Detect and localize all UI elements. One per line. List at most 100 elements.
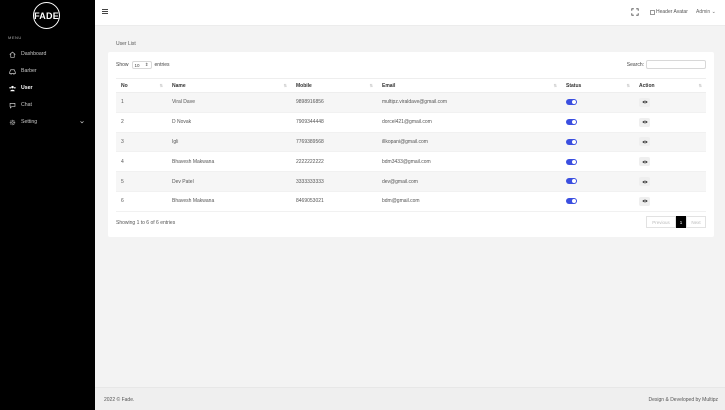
cell-name: Bhavesh Makwana [167, 191, 291, 212]
menu-label: MENU [8, 35, 22, 40]
view-button[interactable] [639, 196, 650, 206]
cell-name: Bhavesh Makwana [167, 151, 291, 173]
cell-action [634, 171, 706, 192]
sidebar-item-chat[interactable]: Chat [0, 98, 95, 112]
sidebar-item-setting[interactable]: Setting [0, 115, 95, 129]
cell-status [561, 151, 634, 173]
copyright: 2022 © Fade. [104, 397, 135, 403]
user-name: Admin [696, 9, 711, 15]
previous-button[interactable]: Previous [646, 216, 676, 228]
next-button[interactable]: Next [686, 216, 706, 228]
table-header-row: No ⇅ Name ⇅ Mobile ⇅ Email ⇅ Status ⇅ Action ⇅ [116, 78, 706, 93]
sort-icon: ⇅ [159, 83, 163, 88]
search-control: Search: [627, 60, 706, 69]
fullscreen-icon[interactable] [631, 8, 639, 16]
broken-image-icon [650, 9, 655, 15]
logo[interactable]: FADE [33, 2, 60, 29]
footer: 2022 © Fade. Design & Developed by Multi… [95, 387, 725, 410]
table-row: 2D Novak 7909344448 dorcel421@gmail.com [116, 112, 706, 133]
cell-mobile: 7769389568 [291, 132, 377, 153]
view-button[interactable] [639, 137, 650, 147]
cell-name: Dev Patel [167, 171, 291, 192]
cell-action [634, 191, 706, 212]
view-button[interactable] [639, 97, 650, 107]
page-1-button[interactable]: 1 [676, 216, 686, 228]
eye-icon [641, 200, 648, 203]
page-title: User List [116, 41, 136, 47]
column-header-no[interactable]: No ⇅ [116, 78, 167, 93]
view-button[interactable] [639, 157, 650, 167]
search-label: Search: [626, 61, 644, 68]
cell-mobile: 8469053021 [291, 191, 377, 212]
sort-icon: ⇅ [553, 83, 557, 88]
cell-no: 5 [116, 171, 167, 192]
eye-icon [641, 180, 648, 183]
cell-email: multipz.viraldave@gmail.com [377, 92, 561, 113]
table-row: 5 Dev Patel 3333333333 dev@gmail.com [116, 171, 706, 192]
cell-email: bdm@gmail.com [377, 191, 561, 212]
cell-action [634, 92, 706, 113]
cell-name: Viral Dave [167, 92, 291, 113]
view-button[interactable] [639, 177, 650, 187]
avatar[interactable]: Header Avatar [650, 9, 688, 15]
status-toggle[interactable] [566, 198, 577, 205]
topbar: Header Avatar Admin ⌄ [95, 0, 725, 26]
column-header-mobile[interactable]: Mobile ⇅ [291, 78, 377, 93]
credits: Design & Developed by Multipz [648, 397, 718, 403]
status-toggle[interactable] [566, 138, 577, 145]
avatar-alt-text: Header Avatar [656, 9, 688, 15]
sidebar-item-label: User [21, 85, 33, 91]
eye-icon [641, 120, 648, 124]
table-row: 6 Bhavesh Makwana 8469053021 bdm@gmail.com [116, 191, 706, 212]
sidebar-item-label: Barber [21, 68, 37, 74]
cell-action [634, 151, 706, 173]
table-info: Showing 1 to 6 of 6 entries [116, 220, 176, 226]
table-row: 4 Bhavesh Makwana 2222222222 bdm3433@gmail.… [116, 151, 706, 173]
chevron-down-icon: ⌄ [711, 9, 716, 15]
cell-email: illkopani@gmail.com [377, 132, 561, 153]
cell-name: Igli [167, 132, 291, 153]
search-input[interactable] [646, 60, 706, 69]
sort-icon: ⇅ [698, 83, 702, 88]
entries-value: 10 [134, 62, 140, 68]
cell-status [561, 112, 634, 133]
sort-arrows-icon: ⇕ [144, 62, 149, 67]
cell-mobile: 9898916856 [291, 92, 377, 113]
chat-icon [8, 101, 17, 110]
status-toggle[interactable] [566, 158, 577, 165]
cell-no: 4 [116, 151, 167, 173]
status-toggle[interactable] [566, 99, 577, 106]
user-dropdown[interactable]: Admin ⌄ [696, 9, 716, 15]
cell-mobile: 7909344448 [291, 112, 377, 133]
sort-icon: ⇅ [369, 83, 373, 88]
eye-icon [641, 160, 648, 164]
cell-status [561, 191, 634, 212]
sidebar-item-user[interactable]: User [0, 81, 95, 95]
user-table: No ⇅ Name ⇅ Mobile ⇅ Email ⇅ Status ⇅ Action ⇅… [116, 78, 706, 212]
show-label: Show [116, 62, 129, 68]
eye-icon [641, 101, 648, 104]
sidebar-item-label: Setting [21, 119, 38, 125]
view-button[interactable] [639, 117, 650, 127]
sidebar-item-label: Chat [21, 102, 32, 108]
sidebar-item-dashboard[interactable]: Dashboard [0, 47, 95, 61]
cell-status [561, 132, 634, 153]
column-header-action[interactable]: Action ⇅ [634, 78, 706, 93]
status-toggle[interactable] [566, 178, 577, 185]
menu-toggle-icon[interactable] [102, 9, 108, 15]
column-header-email[interactable]: Email ⇅ [377, 78, 561, 93]
chevron-down-icon [80, 121, 84, 124]
cell-status [561, 92, 634, 113]
sidebar-item-barber[interactable]: Barber [0, 64, 95, 78]
sidebar-item-label: Dashboard [21, 51, 47, 57]
entries-control: Show 10 ⇕ entries [116, 61, 170, 69]
sort-icon: ⇅ [283, 83, 287, 88]
cell-no: 6 [116, 191, 167, 212]
sidebar: FADE MENU Dashboard Barber User Chat Set… [0, 0, 95, 410]
column-header-name[interactable]: Name ⇅ [167, 78, 291, 93]
table-row: 1 Viral Dave 9898916856 multipz.viraldave@g… [116, 92, 706, 113]
users-icon [8, 84, 17, 93]
column-header-status[interactable]: Status ⇅ [561, 78, 634, 93]
status-toggle[interactable] [566, 119, 577, 126]
entries-select[interactable]: 10 ⇕ [131, 61, 152, 69]
